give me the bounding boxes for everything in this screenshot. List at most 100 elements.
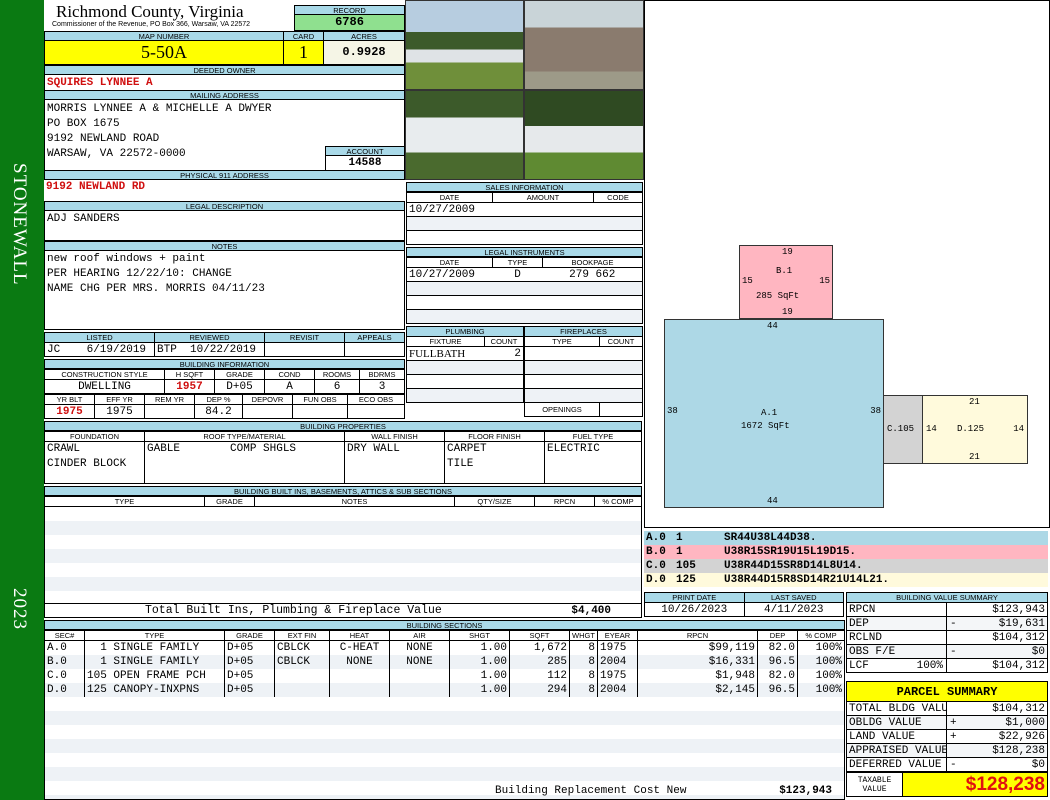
- mailing-line: 9192 NEWLAND ROAD: [47, 133, 160, 145]
- sketch-area-a[interactable]: 44 44 38 38 A.1 1672 SqFt: [664, 319, 884, 508]
- parcel-summary-label: PARCEL SUMMARY: [846, 681, 1048, 702]
- building-info-header: COND: [264, 369, 315, 380]
- section-cell: 2004: [597, 682, 638, 697]
- note-line: NAME CHG PER MRS. MORRIS 04/11/23: [47, 283, 265, 295]
- sketch-area-label: C.105: [887, 424, 915, 434]
- summary-row: RCLND $104,312: [846, 630, 1048, 645]
- section-cell: 1.00: [449, 668, 510, 683]
- fixture-name: FULLBATH: [406, 346, 485, 361]
- taxable-value-label: TAXABLE VALUE: [846, 772, 903, 797]
- property-photo-front[interactable]: [405, 0, 524, 90]
- wall-finish-value: DRY WALL: [344, 441, 445, 484]
- building-info-header: DEP %: [194, 394, 243, 405]
- sketch-area-b[interactable]: 19 19 15 15 B.1 285 SqFt: [739, 245, 833, 319]
- legend-section: C.0: [646, 560, 666, 572]
- summary-value: $128,238: [946, 743, 1048, 758]
- section-cell: 100%: [797, 654, 845, 669]
- summary-amount: $19,631: [998, 617, 1045, 630]
- legend-path: U38R44D15SR8D14L8U14.: [724, 560, 863, 572]
- instrument-date: 10/27/2009: [406, 267, 493, 282]
- building-info-value: 1975: [94, 404, 145, 419]
- section-row[interactable]: D.0 125 CANOPY-INXPNS D+05 1.00 294 8 2004 $2,1…: [44, 682, 845, 697]
- reviewed-value: BTP 10/22/2019: [154, 342, 265, 357]
- section-cell: NONE: [389, 654, 450, 669]
- revisit-value: [264, 342, 345, 357]
- property-photo-carport[interactable]: [524, 0, 644, 90]
- section-header: RPCN: [637, 630, 758, 641]
- summary-amount: $1,000: [1005, 716, 1045, 729]
- section-cell: [274, 668, 330, 683]
- floor-finish-value: CARPET TILE: [444, 441, 545, 484]
- building-info-header: ECO OBS: [347, 394, 405, 405]
- property-photo-side[interactable]: [405, 90, 524, 180]
- sketch-area-d[interactable]: 21 21 14 14 D.125: [922, 395, 1028, 464]
- sketch-dim: 44: [767, 321, 778, 331]
- roof-material: COMP SHGLS: [230, 443, 297, 455]
- print-date-label: PRINT DATE: [644, 592, 745, 603]
- summary-amount: $0: [1031, 645, 1045, 658]
- built-ins-header: TYPE: [44, 496, 205, 507]
- openings-value: [599, 402, 643, 417]
- summary-value: + $1,000: [946, 715, 1048, 730]
- building-info-table: CONSTRUCTION STYLE H SQFT GRADE COND ROOMS BD…: [44, 369, 405, 419]
- note-line: PER HEARING 12/22/10: CHANGE: [47, 268, 232, 280]
- building-info-value: [292, 404, 348, 419]
- sketch-area-c[interactable]: C.105: [883, 395, 923, 464]
- summary-amount: $104,312: [992, 659, 1045, 672]
- section-cell: A.0: [44, 640, 85, 655]
- building-value-summary: BUILDING VALUE SUMMARY RPCN $123,943 DEP - $…: [846, 592, 1048, 673]
- sketch-dim: 44: [767, 496, 778, 506]
- property-header: WALL FINISH: [344, 431, 445, 442]
- record-number: 6786: [294, 14, 405, 31]
- summary-label: OBLDG VALUE: [846, 715, 947, 730]
- section-row[interactable]: A.0 1 SINGLE FAMILY D+05 CBLCK C-HEAT NONE 1.…: [44, 640, 845, 655]
- last-saved: 4/11/2023: [743, 602, 844, 617]
- section-header: EXT FIN: [274, 630, 330, 641]
- building-properties-table: FOUNDATION ROOF TYPE/MATERIAL WALL FINISH F…: [44, 431, 642, 484]
- section-cell: D.0: [44, 682, 85, 697]
- summary-operator: +: [950, 716, 957, 729]
- legend-code: 1: [676, 546, 683, 558]
- section-cell: 1 SINGLE FAMILY: [84, 654, 225, 669]
- built-ins-label: BUILDING BUILT INS, BASEMENTS, ATTICS & …: [44, 486, 642, 496]
- summary-value: - $0: [946, 644, 1048, 659]
- account-number: 14588: [325, 155, 405, 171]
- fuel-type-value: ELECTRIC: [544, 441, 642, 484]
- building-info-header: ROOMS: [314, 369, 360, 380]
- section-cell: B.0: [44, 654, 85, 669]
- section-cell: 96.5: [757, 654, 798, 669]
- appeals-label: APPEALS: [344, 332, 405, 343]
- legend-path: U38R15SR19U15L19D15.: [724, 546, 857, 558]
- built-ins-header: % COMP: [594, 496, 642, 507]
- property-photo-rear[interactable]: [524, 90, 644, 180]
- plumbing-table: PLUMBING FIXTURE COUNT FULLBATH 2: [406, 326, 524, 403]
- fuel-line: ELECTRIC: [547, 443, 600, 455]
- appeals-value: [344, 342, 405, 357]
- section-row[interactable]: B.0 1 SINGLE FAMILY D+05 CBLCK NONE NONE 1.00…: [44, 654, 845, 669]
- section-header: EYEAR: [597, 630, 638, 641]
- listing-table: LISTED REVIEWED REVISIT APPEALS JC 6/19/201…: [44, 332, 405, 357]
- section-header: % COMP: [797, 630, 845, 641]
- mailing-line: MORRIS LYNNEE A & MICHELLE A DWYER: [47, 103, 272, 115]
- summary-operator: +: [950, 730, 957, 743]
- summary-label: DEFERRED VALUE: [846, 757, 947, 772]
- sketch-area-label: A.1: [761, 408, 778, 418]
- section-row[interactable]: C.0 105 OPEN FRAME PCH D+05 1.00 112 8 1975 $1,…: [44, 668, 845, 683]
- sketch-dim: 14: [1013, 424, 1024, 434]
- section-cell: 100%: [797, 668, 845, 683]
- section-cell: [329, 682, 390, 697]
- building-info-label: BUILDING INFORMATION: [44, 359, 405, 369]
- summary-row: LCF 100% $104,312: [846, 658, 1048, 673]
- section-cell: 1.00: [449, 654, 510, 669]
- roof-type: GABLE: [147, 443, 181, 455]
- district-name: STONEWALL: [9, 163, 30, 286]
- legend-code: 125: [676, 574, 696, 586]
- instrument-header: TYPE: [492, 257, 543, 268]
- built-ins-table: TYPE GRADE NOTES QTY/SIZE RPCN% COMP: [44, 496, 642, 604]
- section-cell: 8: [569, 654, 598, 669]
- section-cell: 1975: [597, 668, 638, 683]
- fixture-header: FIXTURE: [406, 336, 485, 347]
- count-header: COUNT: [484, 336, 524, 347]
- section-cell: $99,119: [637, 640, 758, 655]
- section-cell: D+05: [224, 682, 275, 697]
